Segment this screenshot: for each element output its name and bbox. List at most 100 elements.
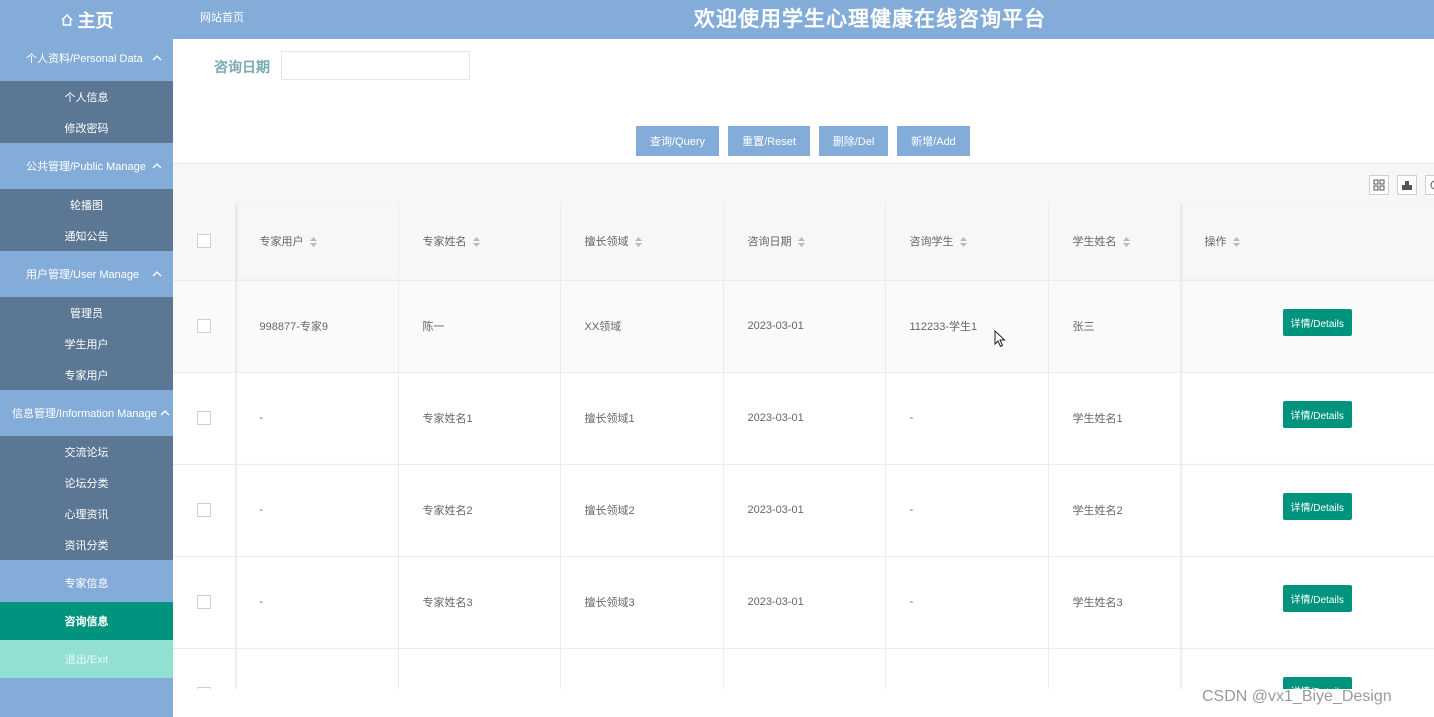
cell-consult-student: - (885, 556, 1049, 649)
chevron-up-icon (152, 271, 162, 277)
menu-group-public-manage[interactable]: 公共管理/Public Manage (0, 147, 173, 185)
menu-group-body: 轮播图 通知公告 (0, 189, 173, 251)
menu-group-body: 交流论坛 论坛分类 心理资讯 资讯分类 (0, 436, 173, 560)
table-toolbar (173, 164, 1434, 203)
sidebar-item-student-user[interactable]: 学生用户 (0, 328, 173, 359)
col-expert-user[interactable]: 专家用户 (235, 203, 399, 281)
row-checkbox[interactable] (197, 595, 211, 609)
sidebar-item-consult-info[interactable]: 咨询信息 (0, 602, 173, 640)
sidebar-item-notice[interactable]: 通知公告 (0, 220, 173, 251)
menu-group-body: 个人信息 修改密码 (0, 81, 173, 143)
sidebar-item-admin[interactable]: 管理员 (0, 297, 173, 328)
table-row: - 专家姓名2 擅长领域2 2023-03-01 - 学生姓名2 详情/Deta… (173, 464, 1434, 557)
search-date-label: 咨询日期 (214, 59, 270, 75)
sort-icon (959, 237, 967, 248)
site-home-link[interactable]: 网站首页 (200, 9, 244, 25)
reset-button[interactable]: 重置/Reset (728, 126, 810, 156)
row-checkbox[interactable] (197, 319, 211, 333)
sidebar-item-news-category[interactable]: 资讯分类 (0, 529, 173, 560)
menu-group-body: 管理员 学生用户 专家用户 (0, 297, 173, 390)
home-label: 主页 (77, 10, 114, 31)
platform-title: 欢迎使用学生心理健康在线咨询平台 (694, 8, 1046, 31)
cell-consult-date: 2023-03-01 (723, 372, 886, 465)
cell-expert-name: 专家姓名1 (398, 372, 561, 465)
data-table-container: 专家用户 专家姓名 擅长领域 咨询日期 咨询学生 学生姓名 操作 998877-… (173, 163, 1434, 689)
columns-icon[interactable] (1369, 175, 1389, 195)
details-button[interactable]: 详情/Details (1282, 400, 1352, 428)
select-all-checkbox[interactable] (197, 234, 211, 249)
cell-student-name: 学生姓名3 (1048, 556, 1181, 649)
home-link[interactable]: 主页 (0, 0, 173, 39)
consult-table: 专家用户 专家姓名 擅长领域 咨询日期 咨询学生 学生姓名 操作 998877-… (173, 203, 1434, 689)
sidebar-item-forum-category[interactable]: 论坛分类 (0, 467, 173, 498)
add-button[interactable]: 新增/Add (897, 126, 970, 156)
top-header: 主页 网站首页 欢迎使用学生心理健康在线咨询平台 (0, 0, 1434, 39)
menu-group-user-manage[interactable]: 用户管理/User Manage (0, 255, 173, 293)
col-expert-name[interactable]: 专家姓名 (398, 203, 561, 281)
cell-expertise: 擅长领域3 (560, 556, 724, 649)
sidebar-item-forum[interactable]: 交流论坛 (0, 436, 173, 467)
details-button[interactable]: 详情/Details (1282, 492, 1352, 520)
sidebar-item-change-password[interactable]: 修改密码 (0, 112, 173, 143)
query-button[interactable]: 查询/Query (636, 126, 719, 156)
sort-icon (1122, 237, 1130, 248)
col-consult-student[interactable]: 咨询学生 (885, 203, 1049, 281)
sidebar-item-expert-info[interactable]: 专家信息 (0, 564, 173, 602)
chevron-up-icon (152, 55, 162, 61)
mouse-cursor-icon (994, 330, 1006, 348)
cell-student-name: 学生姓名1 (1048, 372, 1181, 465)
cell-expert-user: - (235, 464, 399, 557)
sort-icon (797, 237, 805, 248)
menu-group-information-manage[interactable]: 信息管理/Information Manage (0, 394, 173, 432)
consult-date-input[interactable] (281, 51, 470, 80)
col-operation[interactable]: 操作 (1180, 203, 1434, 281)
cell-expertise: XX领域 (560, 280, 724, 373)
sidebar: 个人资料/Personal Data 个人信息 修改密码 公共管理/Public… (0, 39, 173, 717)
delete-button[interactable]: 删除/Del (819, 126, 888, 156)
col-expertise[interactable]: 擅长领域 (560, 203, 724, 281)
sidebar-item-expert-user[interactable]: 专家用户 (0, 359, 173, 390)
cell-expert-name: 专家姓名2 (398, 464, 561, 557)
menu-group-personal-data[interactable]: 个人资料/Personal Data (0, 39, 173, 77)
watermark: CSDN @vx1_Biye_Design (1202, 688, 1392, 705)
cell-consult-date: 2023-03-01 (723, 280, 886, 373)
sort-icon (472, 237, 480, 248)
cell-consult-student: - (885, 372, 1049, 465)
cell-expert-name: 专家姓名3 (398, 556, 561, 649)
sidebar-item-psych-news[interactable]: 心理资讯 (0, 498, 173, 529)
action-buttons: 查询/Query 重置/Reset 删除/Del 新增/Add (636, 126, 970, 156)
table-row: 详情/Details (173, 648, 1434, 689)
sidebar-item-personal-info[interactable]: 个人信息 (0, 81, 173, 112)
menu-group-label: 信息管理/Information Manage (12, 408, 157, 420)
sort-icon (634, 237, 642, 248)
cell-expert-user: - (235, 556, 399, 649)
table-row: - 专家姓名3 擅长领域3 2023-03-01 - 学生姓名3 详情/Deta… (173, 556, 1434, 649)
cell-consult-student: - (885, 464, 1049, 557)
print-icon[interactable] (1425, 175, 1434, 195)
cell-expert-name: 陈一 (398, 280, 561, 373)
home-icon (60, 13, 73, 26)
col-consult-date[interactable]: 咨询日期 (723, 203, 886, 281)
cell-consult-student: 112233-学生1 (885, 280, 1049, 373)
col-student-name[interactable]: 学生姓名 (1048, 203, 1181, 281)
export-icon[interactable] (1397, 175, 1417, 195)
cell-consult-date: 2023-03-01 (723, 464, 886, 557)
row-checkbox[interactable] (197, 503, 211, 517)
sidebar-item-carousel[interactable]: 轮播图 (0, 189, 173, 220)
menu-group-label: 个人资料/Personal Data (26, 53, 143, 65)
row-checkbox[interactable] (197, 411, 211, 425)
cell-student-name: 张三 (1048, 280, 1181, 373)
sidebar-item-exit[interactable]: 退出/Exit (0, 640, 173, 678)
chevron-up-icon (160, 410, 170, 416)
cell-consult-date: 2023-03-01 (723, 556, 886, 649)
sort-icon (1232, 237, 1240, 248)
table-header-row: 专家用户 专家姓名 擅长领域 咨询日期 咨询学生 学生姓名 操作 (173, 203, 1434, 281)
details-button[interactable]: 详情/Details (1282, 584, 1352, 612)
sort-icon (309, 237, 317, 248)
cell-student-name: 学生姓名2 (1048, 464, 1181, 557)
cell-expert-user: - (235, 372, 399, 465)
cell-expertise: 擅长领域1 (560, 372, 724, 465)
menu-group-label: 公共管理/Public Manage (26, 161, 146, 173)
row-checkbox[interactable] (197, 687, 211, 689)
details-button[interactable]: 详情/Details (1282, 308, 1352, 336)
